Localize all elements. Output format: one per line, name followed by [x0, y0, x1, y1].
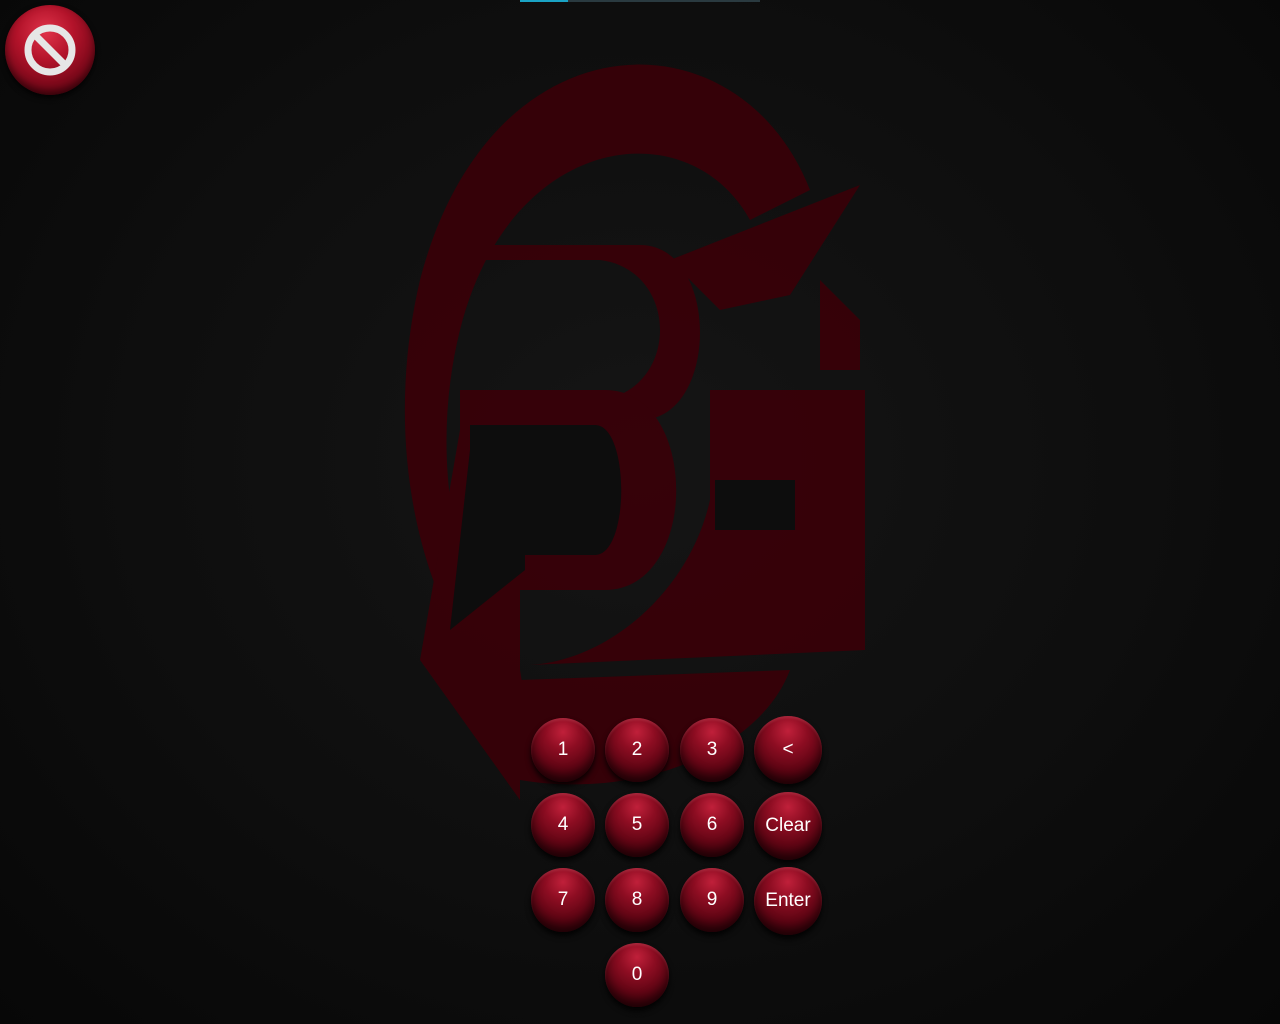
key-5[interactable]: 5: [605, 793, 669, 857]
pin-keypad: 1 2 3 < 4 5 6 Clear 7 8 9 Enter 0: [528, 716, 828, 1016]
backspace-button[interactable]: <: [754, 716, 822, 784]
key-2[interactable]: 2: [605, 718, 669, 782]
clear-button[interactable]: Clear: [754, 792, 822, 860]
enter-button[interactable]: Enter: [754, 867, 822, 935]
no-entry-icon: [24, 24, 76, 76]
key-4[interactable]: 4: [531, 793, 595, 857]
pin-entry-indicator: [520, 0, 760, 2]
key-8[interactable]: 8: [605, 868, 669, 932]
key-1[interactable]: 1: [531, 718, 595, 782]
key-7[interactable]: 7: [531, 868, 595, 932]
key-6[interactable]: 6: [680, 793, 744, 857]
key-0[interactable]: 0: [605, 943, 669, 1007]
pin-entry-progress: [520, 0, 568, 2]
key-9[interactable]: 9: [680, 868, 744, 932]
pg-logo-icon: [390, 30, 890, 825]
key-3[interactable]: 3: [680, 718, 744, 782]
cancel-button[interactable]: [5, 5, 95, 95]
